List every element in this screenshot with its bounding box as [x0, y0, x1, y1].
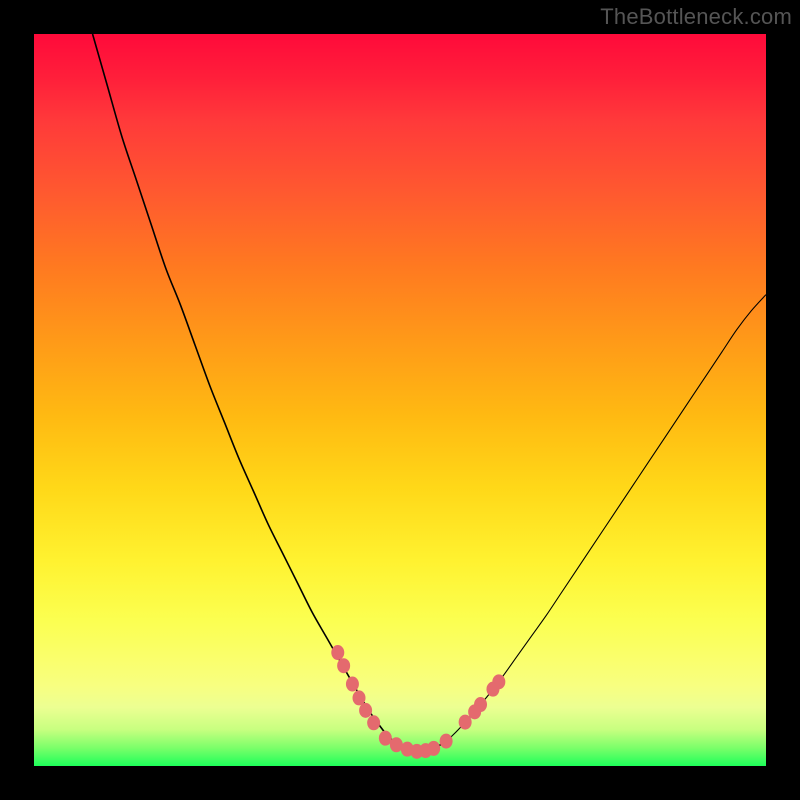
plot-area: [34, 34, 766, 766]
highlight-marker: [353, 690, 366, 705]
highlight-marker: [359, 703, 372, 718]
curve-left: [93, 34, 378, 724]
highlight-marker: [379, 731, 392, 746]
highlight-marker: [474, 697, 487, 712]
highlight-marker: [492, 674, 505, 689]
marker-group: [331, 645, 505, 759]
watermark-text: TheBottleneck.com: [600, 4, 792, 30]
highlight-marker: [337, 658, 350, 673]
curve-right: [451, 295, 766, 737]
highlight-marker: [440, 734, 453, 749]
highlight-marker: [427, 741, 440, 756]
highlight-marker: [331, 645, 344, 660]
highlight-marker: [459, 715, 472, 730]
bottleneck-curve: [34, 34, 766, 766]
highlight-marker: [346, 677, 359, 692]
highlight-marker: [367, 715, 380, 730]
